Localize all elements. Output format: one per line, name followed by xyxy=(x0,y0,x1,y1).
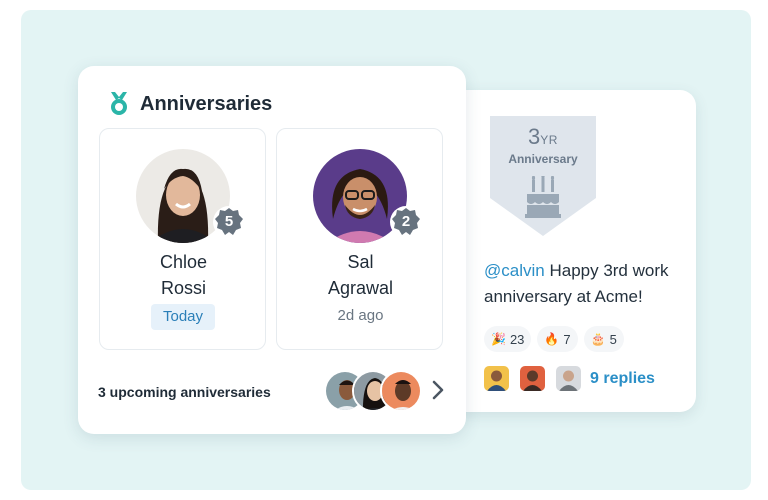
person-name: Sal Agrawal xyxy=(277,249,444,301)
years-badge: 2 xyxy=(389,205,423,239)
first-name: Chloe xyxy=(159,252,208,272)
anniversary-badge: 3YR Anniversary xyxy=(490,116,596,236)
reply-avatar xyxy=(484,366,509,391)
party-popper-icon: 🎉 xyxy=(491,332,506,346)
last-name: Agrawal xyxy=(327,278,394,298)
cake-icon xyxy=(525,176,561,218)
chevron-right-icon[interactable] xyxy=(428,378,448,402)
reaction-cake[interactable]: 🎂 5 xyxy=(583,326,624,352)
years-count: 2 xyxy=(401,213,411,230)
card-title: Anniversaries xyxy=(140,92,273,115)
medal-icon xyxy=(111,92,127,115)
years-count: 5 xyxy=(224,213,234,230)
reaction-party[interactable]: 🎉 23 xyxy=(484,326,532,352)
upcoming-avatar-stack[interactable] xyxy=(324,370,424,412)
person-name: Chloe Rossi xyxy=(100,249,267,301)
badge-years: 3YR xyxy=(528,124,558,149)
anniversaries-card: Anniversaries 5 Chloe Rossi Today 2 Sal … xyxy=(78,66,466,434)
post-message: @calvin Happy 3rd work anniversary at Ac… xyxy=(484,258,694,310)
cake-icon: 🎂 xyxy=(590,332,606,346)
card-header: Anniversaries xyxy=(108,92,272,116)
first-name: Sal xyxy=(347,252,374,272)
avatar xyxy=(380,370,422,412)
replies-link[interactable]: 9 replies xyxy=(590,370,655,388)
reply-avatar xyxy=(520,366,545,391)
reply-avatar xyxy=(556,366,581,391)
mention-link[interactable]: @calvin xyxy=(484,261,545,280)
anniversary-post-card: 3YR Anniversary @calvin Happy 3rd work a… xyxy=(446,90,696,412)
fire-icon: 🔥 xyxy=(544,332,560,346)
reaction-count: 7 xyxy=(563,331,571,347)
time-ago: 2d ago xyxy=(337,307,384,324)
badge-label: Anniversary xyxy=(508,152,578,166)
anniversary-person-card[interactable]: 5 Chloe Rossi Today xyxy=(99,128,266,350)
last-name: Rossi xyxy=(160,278,206,298)
reaction-bar: 🎉 23 🔥 7 🎂 5 xyxy=(484,326,624,352)
reaction-fire[interactable]: 🔥 7 xyxy=(537,326,578,352)
reaction-count: 23 xyxy=(509,331,525,347)
upcoming-anniversaries-label[interactable]: 3 upcoming anniversaries xyxy=(98,384,271,400)
anniversary-person-card[interactable]: 2 Sal Agrawal 2d ago xyxy=(276,128,443,350)
replies-row[interactable]: 9 replies xyxy=(484,366,655,391)
years-badge: 5 xyxy=(212,205,246,239)
reaction-count: 5 xyxy=(609,331,617,347)
today-badge: Today xyxy=(151,304,215,330)
